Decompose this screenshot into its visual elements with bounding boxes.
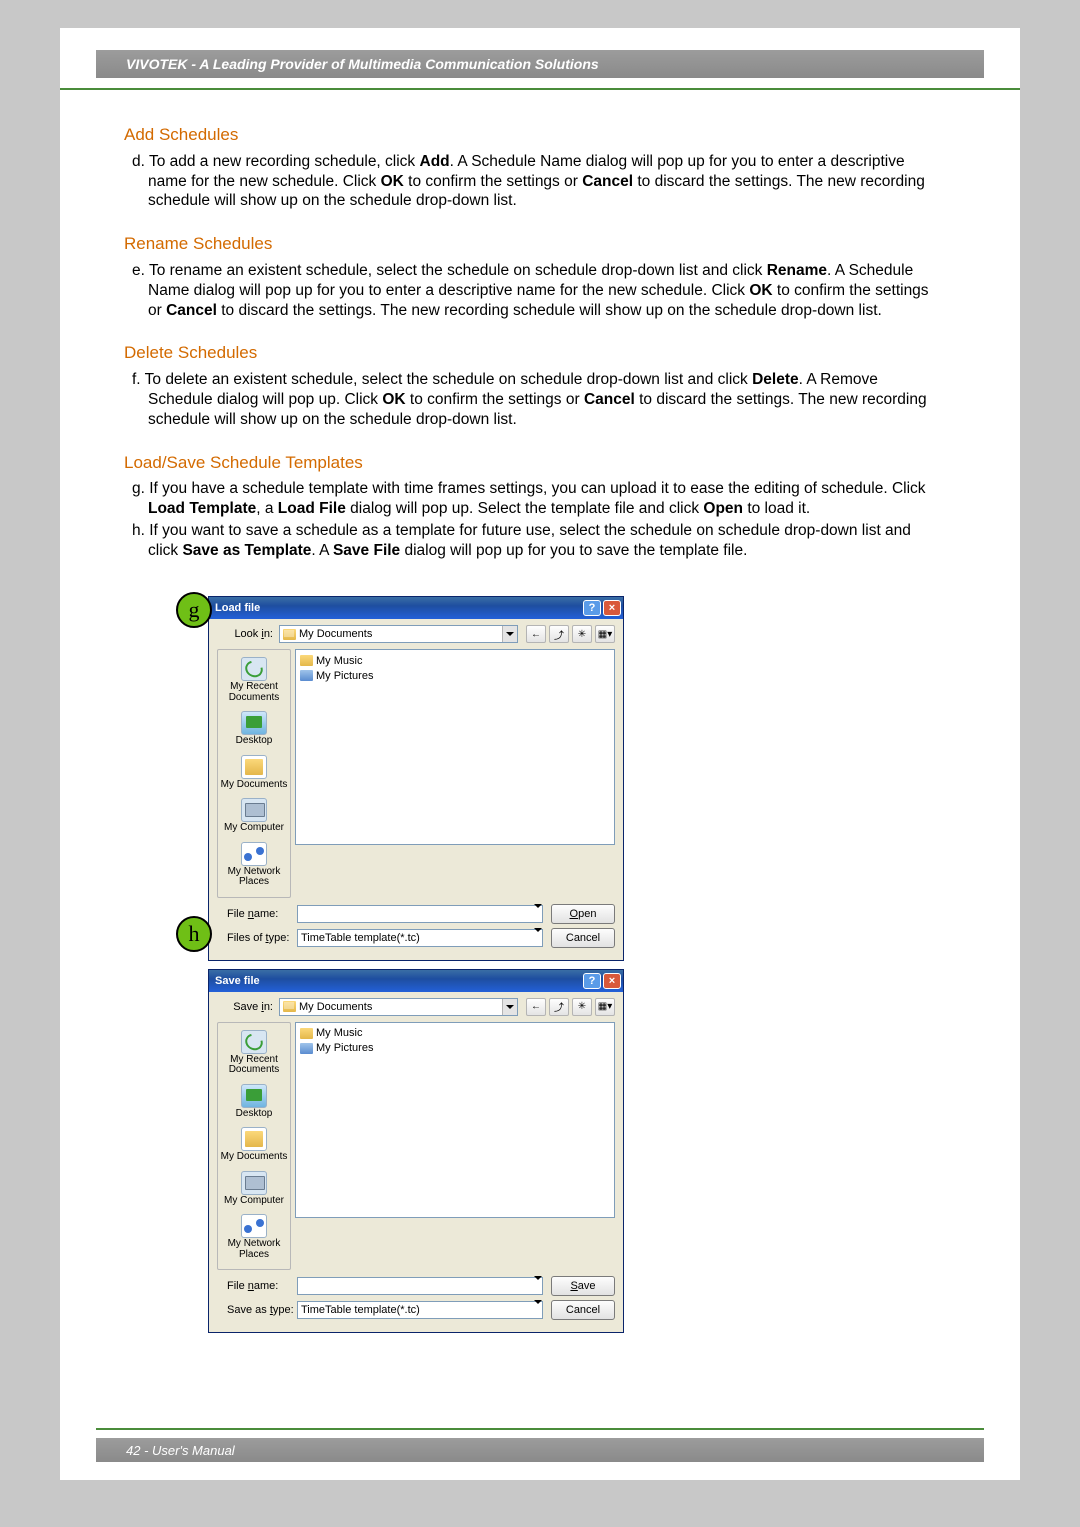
list-item[interactable]: My Pictures	[300, 1041, 610, 1056]
mycomputer-icon	[241, 798, 267, 822]
save-titlebar[interactable]: Save file ? ×	[209, 970, 623, 992]
cancel-button[interactable]: Cancel	[551, 928, 615, 948]
file-list[interactable]: My Music My Pictures	[295, 649, 615, 845]
filetype-label: Files of type:	[217, 932, 297, 944]
page: VIVOTEK - A Leading Provider of Multimed…	[60, 28, 1020, 1480]
savetype-label: Save as type:	[217, 1304, 297, 1316]
help-icon[interactable]: ?	[583, 600, 601, 616]
chevron-down-icon[interactable]	[502, 999, 517, 1015]
save-file-dialog: Save file ? × Save in: My Documents ←	[208, 969, 624, 1334]
load-file-dialog: Load file ? × Look in: My Documents ←	[208, 596, 624, 961]
mycomputer-icon	[241, 1171, 267, 1195]
chevron-down-icon[interactable]	[534, 1304, 542, 1316]
savein-label: Save in:	[217, 1001, 279, 1013]
places-bar: My Recent Documents Desktop My Documents…	[217, 1022, 291, 1271]
place-mynet[interactable]: My Network Places	[218, 839, 290, 893]
filetype-combo[interactable]: TimeTable template(*.tc)	[297, 929, 543, 947]
callout-h: h	[176, 916, 212, 952]
mydocs-icon	[241, 1127, 267, 1151]
heading-rename-schedules: Rename Schedules	[124, 233, 944, 255]
place-mycomp[interactable]: My Computer	[218, 1168, 290, 1212]
save-title: Save file	[215, 975, 260, 987]
para-rename: e. To rename an existent schedule, selec…	[124, 261, 944, 320]
savein-combo[interactable]: My Documents	[279, 998, 518, 1016]
footer-text: 42 - User's Manual	[126, 1443, 235, 1458]
para-template-g: g. If you have a schedule template with …	[124, 479, 944, 519]
up-one-level-icon[interactable]: ⤴	[549, 998, 569, 1016]
back-icon[interactable]: ←	[526, 625, 546, 643]
place-desktop[interactable]: Desktop	[218, 1081, 290, 1125]
save-button[interactable]: Save	[551, 1276, 615, 1296]
page-header: VIVOTEK - A Leading Provider of Multimed…	[96, 50, 984, 78]
mynetwork-icon	[241, 1214, 267, 1238]
footer-accent	[96, 1428, 984, 1430]
place-recent[interactable]: My Recent Documents	[218, 1027, 290, 1081]
folder-icon	[300, 1043, 313, 1054]
open-button[interactable]: Open	[551, 904, 615, 924]
cancel-button[interactable]: Cancel	[551, 1300, 615, 1320]
up-one-level-icon[interactable]: ⤴	[549, 625, 569, 643]
recent-icon	[241, 1030, 267, 1054]
places-bar: My Recent Documents Desktop My Documents…	[217, 649, 291, 898]
chevron-down-icon[interactable]	[502, 626, 517, 642]
dialog-screenshots: g h Load file ? × Look in: My Documents	[208, 596, 868, 1341]
views-icon[interactable]: ▦▾	[595, 998, 615, 1016]
file-list[interactable]: My Music My Pictures	[295, 1022, 615, 1218]
page-footer: 42 - User's Manual	[96, 1438, 984, 1462]
place-mynet[interactable]: My Network Places	[218, 1211, 290, 1265]
new-folder-icon[interactable]: ✳	[572, 998, 592, 1016]
content-area: Add Schedules d. To add a new recording …	[124, 124, 944, 563]
chevron-down-icon[interactable]	[534, 908, 542, 920]
place-mycomp[interactable]: My Computer	[218, 795, 290, 839]
para-delete: f. To delete an existent schedule, selec…	[124, 370, 944, 429]
lookin-label: Look in:	[217, 628, 279, 640]
load-title: Load file	[215, 602, 260, 614]
filename-input[interactable]	[297, 1277, 543, 1295]
heading-load-save-templates: Load/Save Schedule Templates	[124, 452, 944, 474]
heading-add-schedules: Add Schedules	[124, 124, 944, 146]
filename-input[interactable]	[297, 905, 543, 923]
filename-label: File name:	[217, 1280, 297, 1292]
lookin-combo[interactable]: My Documents	[279, 625, 518, 643]
para-template-h: h. If you want to save a schedule as a t…	[124, 521, 944, 561]
heading-delete-schedules: Delete Schedules	[124, 342, 944, 364]
chevron-down-icon[interactable]	[534, 1280, 542, 1292]
folder-icon	[300, 670, 313, 681]
folder-icon	[300, 655, 313, 666]
close-icon[interactable]: ×	[603, 973, 621, 989]
callout-g: g	[176, 592, 212, 628]
place-desktop[interactable]: Desktop	[218, 708, 290, 752]
header-accent	[60, 88, 1020, 90]
list-item[interactable]: My Music	[300, 653, 610, 668]
mynetwork-icon	[241, 842, 267, 866]
mydocs-icon	[241, 755, 267, 779]
recent-icon	[241, 657, 267, 681]
lookin-value: My Documents	[299, 628, 372, 640]
list-item[interactable]: My Music	[300, 1026, 610, 1041]
place-recent[interactable]: My Recent Documents	[218, 654, 290, 708]
folder-icon	[283, 1001, 296, 1012]
views-icon[interactable]: ▦▾	[595, 625, 615, 643]
close-icon[interactable]: ×	[603, 600, 621, 616]
chevron-down-icon[interactable]	[534, 932, 542, 944]
desktop-icon	[241, 711, 267, 735]
savein-value: My Documents	[299, 1001, 372, 1013]
header-title: VIVOTEK - A Leading Provider of Multimed…	[126, 56, 599, 72]
para-add: d. To add a new recording schedule, clic…	[124, 152, 944, 211]
place-mydocs[interactable]: My Documents	[218, 1124, 290, 1168]
place-mydocs[interactable]: My Documents	[218, 752, 290, 796]
folder-icon	[300, 1028, 313, 1039]
folder-icon	[283, 629, 296, 640]
list-item[interactable]: My Pictures	[300, 668, 610, 683]
savetype-combo[interactable]: TimeTable template(*.tc)	[297, 1301, 543, 1319]
filename-label: File name:	[217, 908, 297, 920]
new-folder-icon[interactable]: ✳	[572, 625, 592, 643]
load-titlebar[interactable]: Load file ? ×	[209, 597, 623, 619]
help-icon[interactable]: ?	[583, 973, 601, 989]
back-icon[interactable]: ←	[526, 998, 546, 1016]
desktop-icon	[241, 1084, 267, 1108]
